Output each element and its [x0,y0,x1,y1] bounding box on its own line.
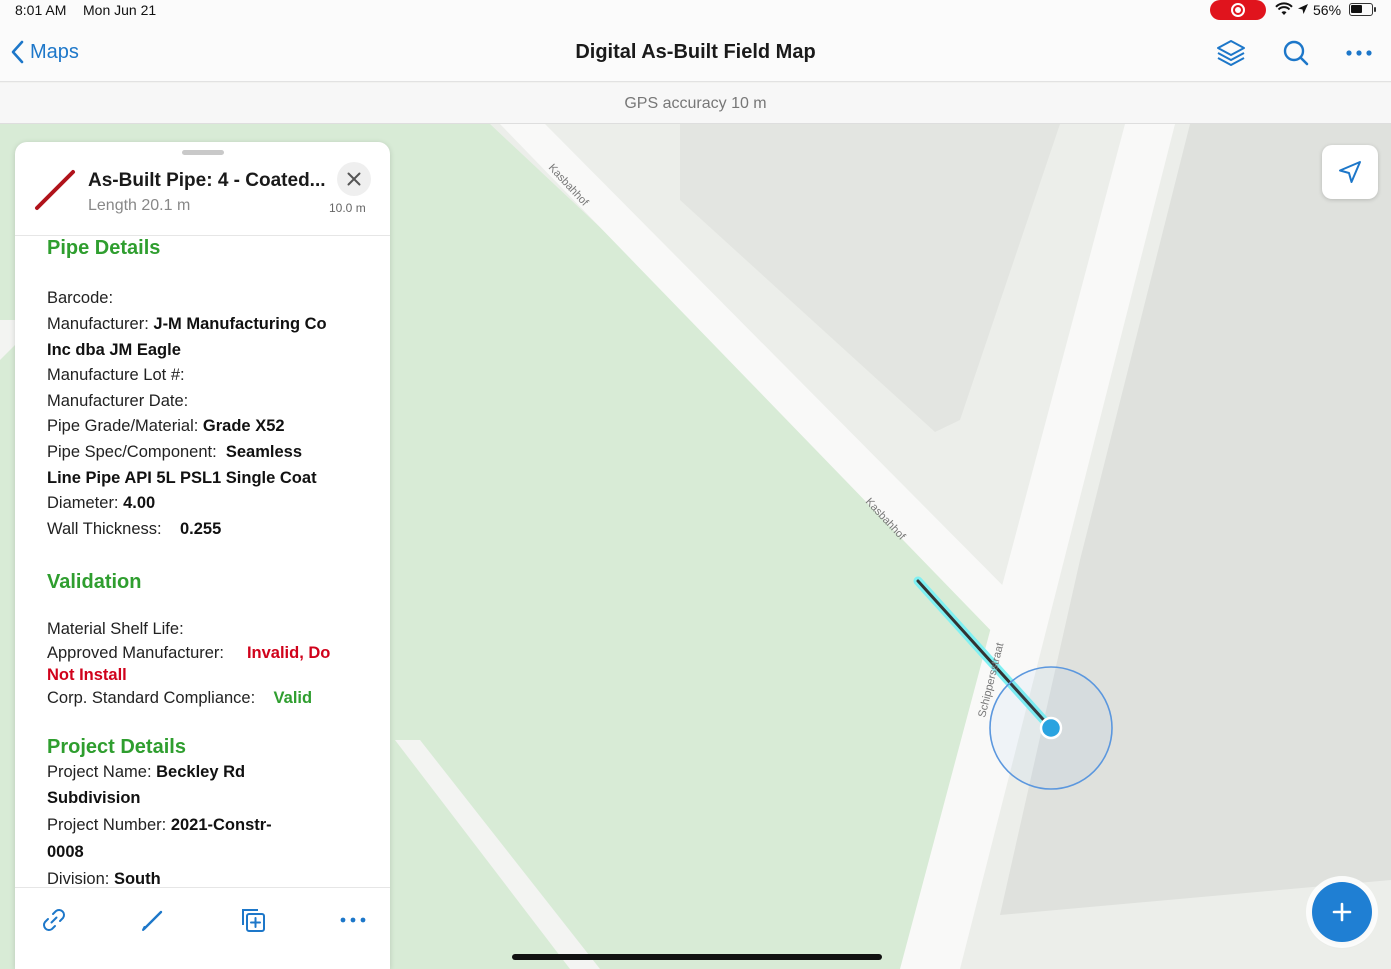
panel-toolbar [15,887,390,969]
field-manufacturer: Manufacturer: J-M Manufacturing Co [47,315,327,334]
search-button[interactable] [1279,36,1313,70]
more-icon [340,917,366,923]
section-header-pipe-details: Pipe Details [47,237,161,259]
layers-button[interactable] [1214,36,1248,70]
link-icon [43,909,65,931]
add-feature-button[interactable] [1312,882,1372,942]
status-time: 8:01 AM [15,2,67,18]
field-value: Line Pipe API 5L PSL1 Single Coat [47,469,317,487]
field-label: Manufacturer: [47,315,149,333]
field-label: Pipe Spec/Component: [47,443,217,461]
status-date: Mon Jun 21 [83,2,157,18]
panel-body[interactable]: Pipe Details Barcode: Manufacturer: J-M … [15,237,390,887]
field-label: Diameter: [47,494,119,512]
field-value: Inc dba JM Eagle [47,341,181,359]
field-value-invalid: Invalid, Do [246,644,331,662]
field-label: Barcode: [47,289,114,307]
field-wall-thickness: Wall Thickness: 0.255 [47,520,221,539]
section-header-project-details: Project Details [47,736,186,758]
screen-recording-indicator[interactable] [1210,0,1266,20]
field-label: Project Name: [47,763,152,781]
pipe-line-icon [35,170,75,210]
field-diameter: Diameter: 4.00 [47,494,155,513]
field-value: 0008 [47,843,84,861]
field-project-name-cont: Subdivision [47,789,141,808]
wifi-icon [1275,2,1293,15]
close-button[interactable] [337,162,371,196]
field-division: Division: South [47,870,161,887]
field-spec-cont: Line Pipe API 5L PSL1 Single Coat [47,469,317,488]
search-icon [1283,40,1309,66]
field-barcode: Barcode: [47,289,113,308]
field-value: Seamless [225,443,303,461]
battery-icon [1349,3,1376,16]
battery-percent: 56% [1313,2,1342,18]
copy-add-icon [242,909,265,932]
field-approved-manufacturer-cont: Not Install [47,666,127,685]
field-spec: Pipe Spec/Component: Seamless [47,443,302,462]
field-grade: Pipe Grade/Material: Grade X52 [47,417,285,436]
field-project-name: Project Name: Beckley Rd [47,763,245,782]
gps-accuracy-bar: GPS accuracy 10 m [0,83,1391,124]
field-label: Division: [47,870,110,887]
field-project-number: Project Number: 2021-Constr- [47,816,272,835]
field-value: 4.00 [123,494,156,512]
field-project-number-cont: 0008 [47,843,84,862]
nav-bar: Maps Digital As-Built Field Map [0,22,1391,82]
home-indicator[interactable] [512,954,882,960]
field-approved-manufacturer: Approved Manufacturer: Invalid, Do [47,644,330,663]
field-value: South [113,870,161,887]
field-value: 0.255 [179,520,222,538]
more-options-button[interactable] [1342,36,1376,70]
plus-icon [1332,902,1352,922]
field-label: Material Shelf Life: [47,620,184,638]
panel-header: As-Built Pipe: 4 - Coated... Length 20.1… [15,142,390,236]
field-label: Project Number: [47,816,167,834]
more-actions-button[interactable] [335,902,371,938]
field-manufacture-date: Manufacturer Date: [47,392,188,411]
field-label: Wall Thickness: [47,520,162,538]
field-label: Manufacturer Date: [47,392,189,410]
feature-title: As-Built Pipe: 4 - Coated... [88,170,326,191]
more-icon [1346,50,1372,56]
field-lot: Manufacture Lot #: [47,366,185,385]
locate-me-button[interactable] [1322,145,1378,199]
section-header-validation: Validation [47,571,142,593]
field-shelf-life: Material Shelf Life: [47,620,184,639]
attachments-button[interactable] [36,902,72,938]
distance-to-feature: 10.0 m [329,201,366,215]
field-value-invalid: Not Install [47,666,127,684]
page-title: Digital As-Built Field Map [575,41,816,63]
close-icon [347,172,361,186]
location-services-icon [1298,4,1308,14]
field-value: J-M Manufacturing Co [153,315,327,333]
current-location-dot [1039,716,1063,740]
field-value: 2021-Constr- [170,816,272,834]
field-label: Manufacture Lot #: [47,366,185,384]
record-icon [1231,3,1245,17]
feature-details-panel: As-Built Pipe: 4 - Coated... Length 20.1… [15,142,390,969]
field-label: Pipe Grade/Material: [47,417,199,435]
navigation-arrow-icon [1339,161,1361,183]
feature-length: Length 20.1 m [88,197,191,214]
field-manufacturer-cont: Inc dba JM Eagle [47,341,181,360]
field-compliance: Corp. Standard Compliance: Valid [47,689,312,708]
field-label: Approved Manufacturer: [47,644,225,662]
field-value: Subdivision [47,789,141,807]
status-bar: 8:01 AM Mon Jun 21 56% [0,0,1391,22]
field-value-valid: Valid [273,689,313,707]
duplicate-button[interactable] [235,902,271,938]
field-label: Corp. Standard Compliance: [47,689,256,707]
pencil-icon [142,910,163,931]
layers-icon [1217,40,1245,66]
field-value: Beckley Rd [156,763,246,781]
edit-button[interactable] [135,902,171,938]
field-value: Grade X52 [202,417,285,435]
